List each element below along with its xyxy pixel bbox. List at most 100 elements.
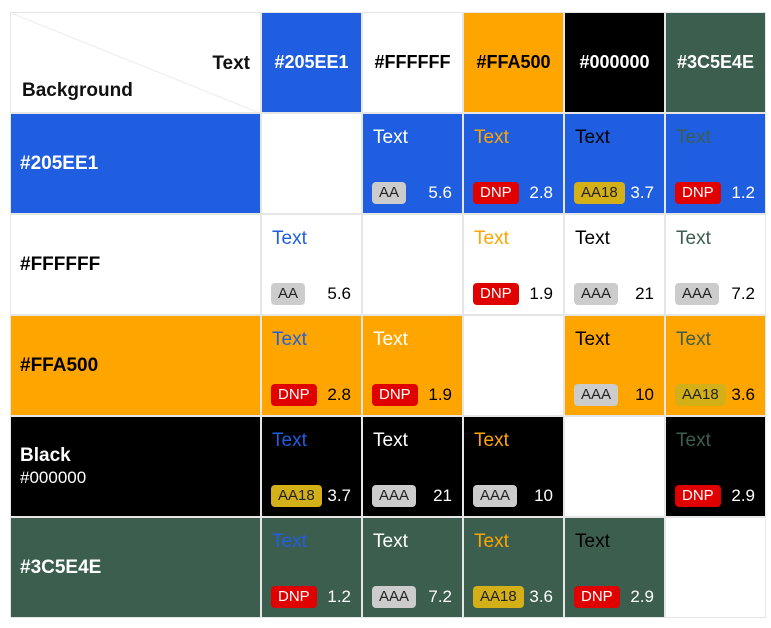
row-header: Black #000000 <box>10 416 261 517</box>
rating-badge: AA <box>271 283 306 305</box>
empty-cell <box>463 315 564 416</box>
text-sample: Text <box>272 329 307 350</box>
rating-badge: AA <box>372 182 407 204</box>
row-header: #FFA500 <box>10 315 261 416</box>
corner-cell: Text Background <box>10 12 261 113</box>
contrast-cell: Text AAA 21 <box>362 416 463 517</box>
contrast-ratio: 1.2 <box>327 587 351 606</box>
contrast-cell: Text DNP 1.9 <box>362 315 463 416</box>
empty-cell <box>362 214 463 315</box>
text-sample: Text <box>373 329 408 350</box>
contrast-cell: Text AAA 21 <box>564 214 665 315</box>
background-axis-label: Background <box>22 80 133 101</box>
contrast-cell: Text AA18 3.7 <box>564 113 665 214</box>
contrast-ratio: 21 <box>433 486 452 505</box>
text-sample: Text <box>272 531 307 552</box>
contrast-ratio: 5.6 <box>428 183 452 202</box>
column-header-label: #FFFFFF <box>374 52 451 72</box>
column-header-label: #3C5E4E <box>676 52 755 72</box>
contrast-ratio: 2.9 <box>731 486 755 505</box>
contrast-cell: Text AA18 3.6 <box>463 517 564 618</box>
contrast-cell: Text AA18 3.7 <box>261 416 362 517</box>
column-header: #205EE1 <box>261 12 362 113</box>
text-sample: Text <box>474 228 509 249</box>
contrast-cell: Text AAA 7.2 <box>362 517 463 618</box>
contrast-ratio: 1.9 <box>529 284 553 303</box>
contrast-ratio: 10 <box>635 385 654 404</box>
contrast-cell: Text DNP 2.8 <box>261 315 362 416</box>
rating-badge: DNP <box>473 283 519 305</box>
contrast-cell: Text DNP 2.8 <box>463 113 564 214</box>
contrast-ratio: 7.2 <box>428 587 452 606</box>
text-sample: Text <box>474 531 509 552</box>
text-sample: Text <box>373 531 408 552</box>
rating-badge: DNP <box>574 586 620 608</box>
row-header: #205EE1 <box>10 113 261 214</box>
row-header-label: #FFFFFF <box>20 253 101 275</box>
row-header: #FFFFFF <box>10 214 261 315</box>
contrast-ratio: 10 <box>534 486 553 505</box>
text-sample: Text <box>272 430 307 451</box>
contrast-cell: Text AA18 3.6 <box>665 315 766 416</box>
contrast-cell: Text DNP 2.9 <box>665 416 766 517</box>
row-header-label: Black <box>20 445 71 466</box>
rating-badge: AAA <box>574 384 619 406</box>
row-header-hex: #000000 <box>20 468 87 487</box>
contrast-ratio: 3.7 <box>327 486 351 505</box>
rating-badge: AAA <box>372 485 417 507</box>
contrast-grid: Text Background #205EE1 #FFFFFF #FFA500 #00… <box>10 12 766 618</box>
contrast-cell: Text DNP 1.2 <box>261 517 362 618</box>
contrast-ratio: 3.7 <box>630 183 654 202</box>
rating-badge: DNP <box>271 384 317 406</box>
row-header: #3C5E4E <box>10 517 261 618</box>
contrast-cell: Text AAA 7.2 <box>665 214 766 315</box>
text-sample: Text <box>373 430 408 451</box>
column-header: #FFA500 <box>463 12 564 113</box>
contrast-ratio: 7.2 <box>731 284 755 303</box>
rating-badge: DNP <box>675 182 721 204</box>
empty-cell <box>564 416 665 517</box>
contrast-ratio: 5.6 <box>327 284 351 303</box>
contrast-cell: Text DNP 1.9 <box>463 214 564 315</box>
contrast-cell: Text AA 5.6 <box>362 113 463 214</box>
rating-badge: AA18 <box>271 485 322 507</box>
rating-badge: AA18 <box>675 384 726 406</box>
text-axis-label: Text <box>212 53 250 74</box>
text-sample: Text <box>575 127 610 148</box>
contrast-cell: Text DNP 1.2 <box>665 113 766 214</box>
row-header-label: #205EE1 <box>20 152 99 174</box>
rating-badge: DNP <box>372 384 418 406</box>
contrast-ratio: 1.9 <box>428 385 452 404</box>
rating-badge: AAA <box>574 283 619 305</box>
column-header: #000000 <box>564 12 665 113</box>
contrast-ratio: 2.8 <box>529 183 553 202</box>
contrast-ratio: 2.8 <box>327 385 351 404</box>
rating-badge: AA18 <box>473 586 524 608</box>
empty-cell <box>261 113 362 214</box>
text-sample: Text <box>575 329 610 350</box>
rating-badge: DNP <box>473 182 519 204</box>
contrast-ratio: 1.2 <box>731 183 755 202</box>
rating-badge: AAA <box>372 586 417 608</box>
text-sample: Text <box>676 430 711 451</box>
rating-badge: AAA <box>473 485 518 507</box>
text-sample: Text <box>575 531 610 552</box>
column-header: #3C5E4E <box>665 12 766 113</box>
rating-badge: DNP <box>675 485 721 507</box>
contrast-ratio: 3.6 <box>529 587 553 606</box>
rating-badge: AAA <box>675 283 720 305</box>
text-sample: Text <box>676 228 711 249</box>
text-sample: Text <box>272 228 307 249</box>
rating-badge: DNP <box>271 586 317 608</box>
contrast-ratio: 3.6 <box>731 385 755 404</box>
text-sample: Text <box>474 430 509 451</box>
row-header-label: #FFA500 <box>20 354 99 376</box>
column-header-label: #000000 <box>579 52 650 72</box>
contrast-cell: Text AAA 10 <box>564 315 665 416</box>
contrast-ratio: 2.9 <box>630 587 654 606</box>
rating-badge: AA18 <box>574 182 625 204</box>
contrast-cell: Text DNP 2.9 <box>564 517 665 618</box>
text-sample: Text <box>676 127 711 148</box>
contrast-cell: Text AAA 10 <box>463 416 564 517</box>
empty-cell <box>665 517 766 618</box>
